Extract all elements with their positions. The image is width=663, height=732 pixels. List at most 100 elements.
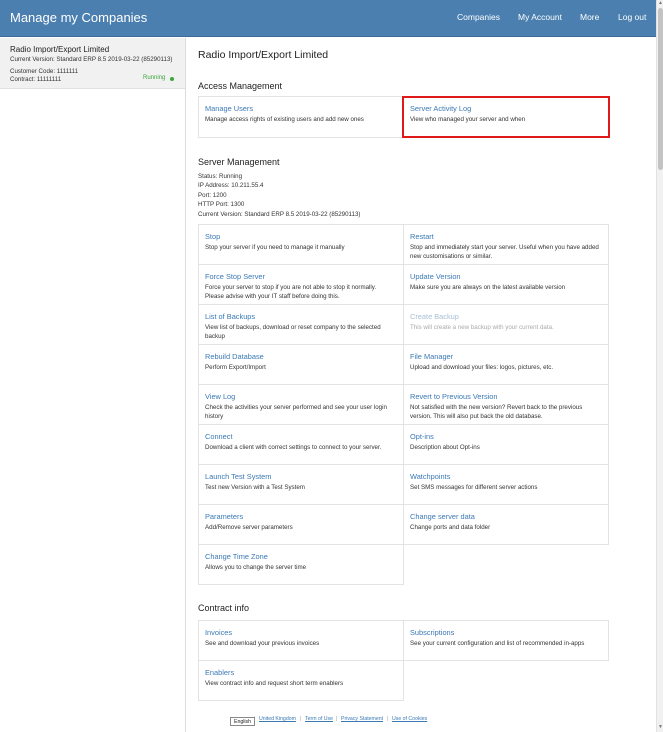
launch-test-system-card[interactable]: Launch Test System Test new Version with… [198,464,404,505]
revert-to-previous-version-description: Not satisfied with the new version? Reve… [410,404,583,420]
status-label: Running [143,75,166,81]
server-http-port: HTTP Port: 1300 [198,201,245,208]
list-of-backups-description: View list of backups, download or reset … [205,324,381,340]
subscriptions-description: See your current configuration and list … [410,640,585,647]
nav-my-account[interactable]: My Account [518,12,562,22]
contract-info-heading: Contract info [198,603,250,613]
create-backup-link: Create Backup [410,312,459,321]
footer-link-use-of-cookies[interactable]: Use of Cookies [392,716,427,722]
manage-users-card[interactable]: Manage Users Manage access rights of exi… [198,96,404,138]
file-manager-card[interactable]: File Manager Upload and download your fi… [403,344,609,385]
view-log-description: Check the activities your server perform… [205,404,387,420]
company-card[interactable]: Radio Import/Export Limited Current Vers… [0,38,185,89]
stop-link[interactable]: Stop [205,232,220,241]
opt-ins-card[interactable]: Opt-ins Description about Opt-ins [403,424,609,465]
customer-code: Customer Code: 1111111 [10,68,79,75]
create-backup-description: This will create a new backup with your … [410,324,554,331]
invoices-link[interactable]: Invoices [205,628,232,637]
scroll-down-icon[interactable]: ▼ [658,725,663,730]
force-stop-server-description: Force your server to stop if you are not… [205,284,377,300]
launch-test-system-link[interactable]: Launch Test System [205,472,271,481]
manage-users-description: Manage access rights of existing users a… [205,116,364,123]
server-ip-address: IP Address: 10.211.55.4 [198,182,264,189]
enablers-description: View contract info and request short ter… [205,680,344,687]
vertical-scrollbar[interactable]: ▲ ▼ [656,0,663,732]
watchpoints-card[interactable]: Watchpoints Set SMS messages for differe… [403,464,609,505]
restart-card[interactable]: Restart Stop and immediately start your … [403,224,609,265]
watchpoints-description: Set SMS messages for different server ac… [410,484,538,491]
view-log-card[interactable]: View Log Check the activities your serve… [198,384,404,425]
view-log-link[interactable]: View Log [205,392,235,401]
footer-separator: | [336,716,338,722]
connect-link[interactable]: Connect [205,432,233,441]
connect-card[interactable]: Connect Download a client with correct s… [198,424,404,465]
footer-separator: | [300,716,302,722]
change-time-zone-card[interactable]: Change Time Zone Allows you to change th… [198,544,404,585]
parameters-link[interactable]: Parameters [205,512,243,521]
revert-to-previous-version-card[interactable]: Revert to Previous Version Not satisfied… [403,384,609,425]
page-title: Radio Import/Export Limited [198,49,329,61]
language-selector[interactable]: English [230,717,256,726]
footer-link-united-kingdom[interactable]: United Kingdom [259,716,296,722]
update-version-description: Make sure you are always on the latest a… [410,284,566,291]
footer-separator: | [387,716,389,722]
list-of-backups-link[interactable]: List of Backups [205,312,255,321]
revert-to-previous-version-link[interactable]: Revert to Previous Version [410,392,498,401]
app-title: Manage my Companies [10,10,148,25]
change-server-data-description: Change ports and data folder [410,524,491,531]
update-version-card[interactable]: Update Version Make sure you are always … [403,264,609,305]
highlight-box [402,96,610,138]
connect-description: Download a client with correct settings … [205,444,382,451]
status-dot-icon [170,77,174,81]
opt-ins-link[interactable]: Opt-ins [410,432,434,441]
nav-logout[interactable]: Log out [618,12,646,22]
parameters-description: Add/Remove server parameters [205,524,293,531]
stop-card[interactable]: Stop Stop your server if you need to man… [198,224,404,265]
list-of-backups-card[interactable]: List of Backups View list of backups, do… [198,304,404,345]
footer-link-privacy-statement[interactable]: Privacy Statement [341,716,383,722]
server-management-heading: Server Management [198,157,280,167]
stop-description: Stop your server if you need to manage i… [205,244,345,251]
change-server-data-card[interactable]: Change server data Change ports and data… [403,504,609,545]
rebuild-database-card[interactable]: Rebuild Database Perform Export/Import [198,344,404,385]
force-stop-server-card[interactable]: Force Stop Server Force your server to s… [198,264,404,305]
parameters-card[interactable]: Parameters Add/Remove server parameters [198,504,404,545]
manage-users-link[interactable]: Manage Users [205,104,253,113]
server-port: Port: 1200 [198,192,227,199]
contract-number: Contract: 11111111 [10,76,62,83]
restart-description: Stop and immediately start your server. … [410,244,599,260]
scroll-thumb[interactable] [658,8,663,170]
access-management-heading: Access Management [198,81,283,91]
enablers-link[interactable]: Enablers [205,668,234,677]
file-manager-link[interactable]: File Manager [410,352,453,361]
force-stop-server-link[interactable]: Force Stop Server [205,272,265,281]
file-manager-description: Upload and download your files: logos, p… [410,364,554,371]
subscriptions-card[interactable]: Subscriptions See your current configura… [403,620,609,661]
restart-link[interactable]: Restart [410,232,434,241]
change-time-zone-link[interactable]: Change Time Zone [205,552,268,561]
rebuild-database-description: Perform Export/Import [205,364,266,371]
server-current-version: Current Version: Standard ERP 8.5 2019-0… [198,211,361,218]
launch-test-system-description: Test new Version with a Test System [205,484,305,491]
server-status: Status: Running [198,173,243,180]
footer-link-terms-of-use[interactable]: Term of Use [305,716,333,722]
company-version: Current Version: Standard ERP 8.5 2019-0… [10,56,173,63]
update-version-link[interactable]: Update Version [410,272,461,281]
top-bar: Manage my Companies Companies My Account… [0,0,656,37]
enablers-card[interactable]: Enablers View contract info and request … [198,660,404,701]
footer-separator: | [254,716,256,722]
invoices-description: See and download your previous invoices [205,640,320,647]
change-server-data-link[interactable]: Change server data [410,512,475,521]
create-backup-card: Create Backup This will create a new bac… [403,304,609,345]
scroll-up-icon[interactable]: ▲ [658,1,663,6]
rebuild-database-link[interactable]: Rebuild Database [205,352,264,361]
opt-ins-description: Description about Opt-ins [410,444,480,451]
invoices-card[interactable]: Invoices See and download your previous … [198,620,404,661]
sidebar: Radio Import/Export Limited Current Vers… [0,38,186,732]
nav-more[interactable]: More [580,12,599,22]
nav-companies[interactable]: Companies [457,12,500,22]
subscriptions-link[interactable]: Subscriptions [410,628,454,637]
watchpoints-link[interactable]: Watchpoints [410,472,450,481]
company-name: Radio Import/Export Limited [10,45,110,54]
change-time-zone-description: Allows you to change the server time [205,564,307,571]
